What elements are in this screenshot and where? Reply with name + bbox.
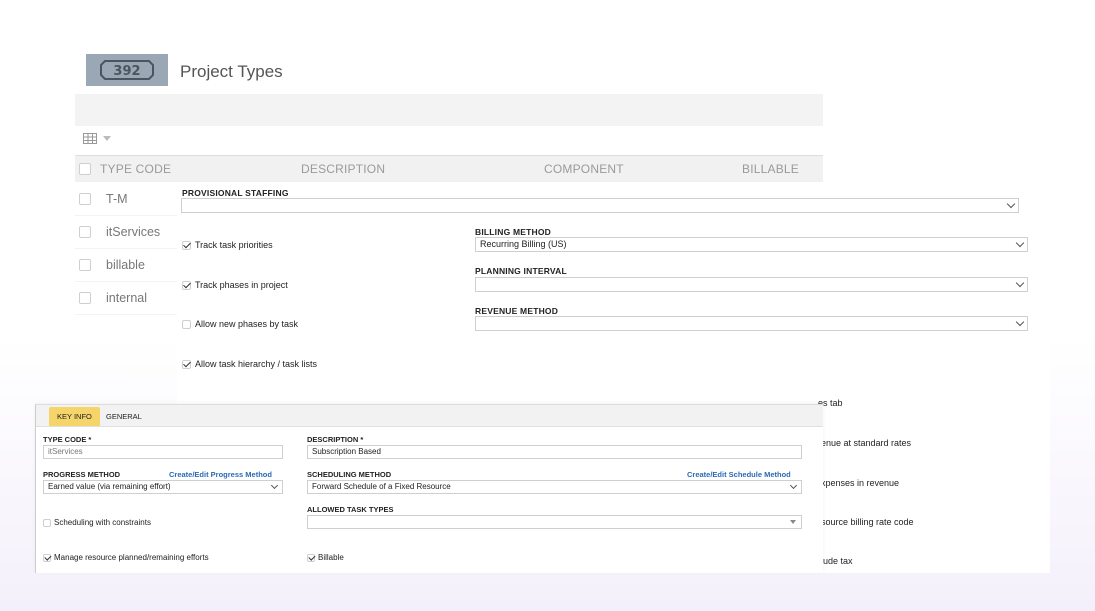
chevron-down-icon (270, 481, 279, 490)
column-header-type-code[interactable]: TYPE CODE (100, 162, 171, 176)
manage-efforts-checkbox[interactable] (43, 553, 51, 562)
dialog-tabs: KEY INFO GENERAL (36, 405, 823, 427)
column-header-component[interactable]: COMPONENT (544, 162, 624, 176)
toolbar (75, 94, 823, 126)
page-title: Project Types (180, 62, 283, 81)
manage-efforts-option[interactable]: Manage resource planned/remaining effort… (43, 553, 209, 562)
grid-view-button[interactable] (83, 133, 111, 144)
scheduling-method-select[interactable]: Forward Schedule of a Fixed Resource (307, 480, 802, 494)
allowed-task-types-label: ALLOWED TASK TYPES (307, 505, 394, 514)
chevron-down-icon (1015, 238, 1025, 248)
type-code-cell: billable (106, 258, 145, 272)
planning-interval-label: PLANNING INTERVAL (475, 266, 567, 276)
provisional-staffing-select[interactable] (181, 198, 1019, 213)
company-logo: 392 (86, 54, 168, 86)
revenue-method-select[interactable] (475, 316, 1028, 331)
track-phases-option[interactable]: Track phases in project (182, 280, 288, 290)
type-code-label: TYPE CODE * (43, 435, 92, 444)
progress-method-label: PROGRESS METHOD (43, 470, 121, 479)
table-row[interactable]: itServices (75, 216, 177, 249)
clipped-option-text: lude tax (821, 556, 853, 566)
create-edit-schedule-method-link[interactable]: Create/Edit Schedule Method (687, 470, 791, 479)
track-task-priorities-checkbox[interactable] (182, 240, 191, 250)
chevron-down-icon (1006, 199, 1016, 209)
column-header-description[interactable]: DESCRIPTION (301, 162, 385, 176)
chevron-down-icon (1015, 317, 1025, 327)
table-header: TYPE CODE DESCRIPTION COMPONENT BILLABLE (75, 155, 823, 182)
scheduling-method-label: SCHEDULING METHOD (307, 470, 392, 479)
app-frame: 392 Project Types TYPE CODE DESCRIPTION … (0, 0, 1095, 611)
progress-method-select[interactable]: Earned value (via remaining effort) (43, 480, 283, 494)
allow-task-hierarchy-option[interactable]: Allow task hierarchy / task lists (182, 359, 317, 369)
table-row[interactable]: billable (75, 249, 177, 282)
scheduling-constraints-checkbox[interactable] (43, 518, 51, 527)
billing-method-select[interactable]: Recurring Billing (US) (475, 237, 1028, 252)
column-header-billable[interactable]: BILLABLE (742, 162, 799, 176)
allow-new-phases-checkbox[interactable] (182, 319, 191, 329)
project-type-edit-dialog: KEY INFO GENERAL TYPE CODE * itServices … (35, 404, 823, 573)
clipped-option-text: enue at standard rates (821, 438, 912, 448)
type-code-cell: T-M (106, 192, 128, 206)
billing-method-label: BILLING METHOD (475, 227, 551, 237)
billable-option[interactable]: Billable (307, 553, 344, 562)
clipped-option-text: xpenses in revenue (821, 478, 900, 488)
track-task-priorities-option[interactable]: Track task priorities (182, 240, 273, 250)
allowed-task-types-select[interactable] (307, 515, 802, 529)
select-all-checkbox[interactable] (79, 163, 91, 175)
table-row[interactable]: internal (75, 282, 177, 315)
planning-interval-select[interactable] (475, 277, 1028, 292)
description-label: DESCRIPTION * (307, 435, 364, 444)
tab-general[interactable]: GENERAL (98, 407, 150, 426)
caret-down-icon (790, 520, 796, 524)
create-edit-progress-method-link[interactable]: Create/Edit Progress Method (169, 470, 272, 479)
allow-new-phases-option[interactable]: Allow new phases by task (182, 319, 298, 329)
tab-key-info[interactable]: KEY INFO (49, 407, 100, 426)
table-row[interactable]: T-M (75, 183, 177, 216)
provisional-staffing-label: PROVISIONAL STAFFING (182, 188, 289, 198)
row-checkbox[interactable] (79, 259, 91, 271)
revenue-method-label: REVENUE METHOD (475, 306, 559, 316)
table-body: T-M itServices billable internal (75, 183, 177, 315)
chevron-down-icon (1015, 278, 1025, 288)
row-checkbox[interactable] (79, 292, 91, 304)
billable-checkbox[interactable] (307, 553, 315, 562)
track-phases-checkbox[interactable] (182, 280, 191, 290)
scheduling-constraints-option[interactable]: Scheduling with constraints (43, 518, 151, 527)
grid-icon (83, 133, 97, 144)
svg-text:392: 392 (113, 64, 140, 79)
row-checkbox[interactable] (79, 226, 91, 238)
logo-badge-icon: 392 (100, 60, 154, 80)
type-code-input[interactable]: itServices (43, 445, 283, 459)
allow-task-hierarchy-checkbox[interactable] (182, 359, 191, 369)
description-input[interactable]: Subscription Based (307, 445, 802, 459)
row-checkbox[interactable] (79, 193, 91, 205)
caret-down-icon (103, 136, 111, 141)
type-code-cell: itServices (106, 225, 161, 239)
type-code-cell: internal (106, 291, 147, 305)
chevron-down-icon (789, 481, 798, 490)
clipped-option-text: source billing rate code (821, 517, 914, 527)
